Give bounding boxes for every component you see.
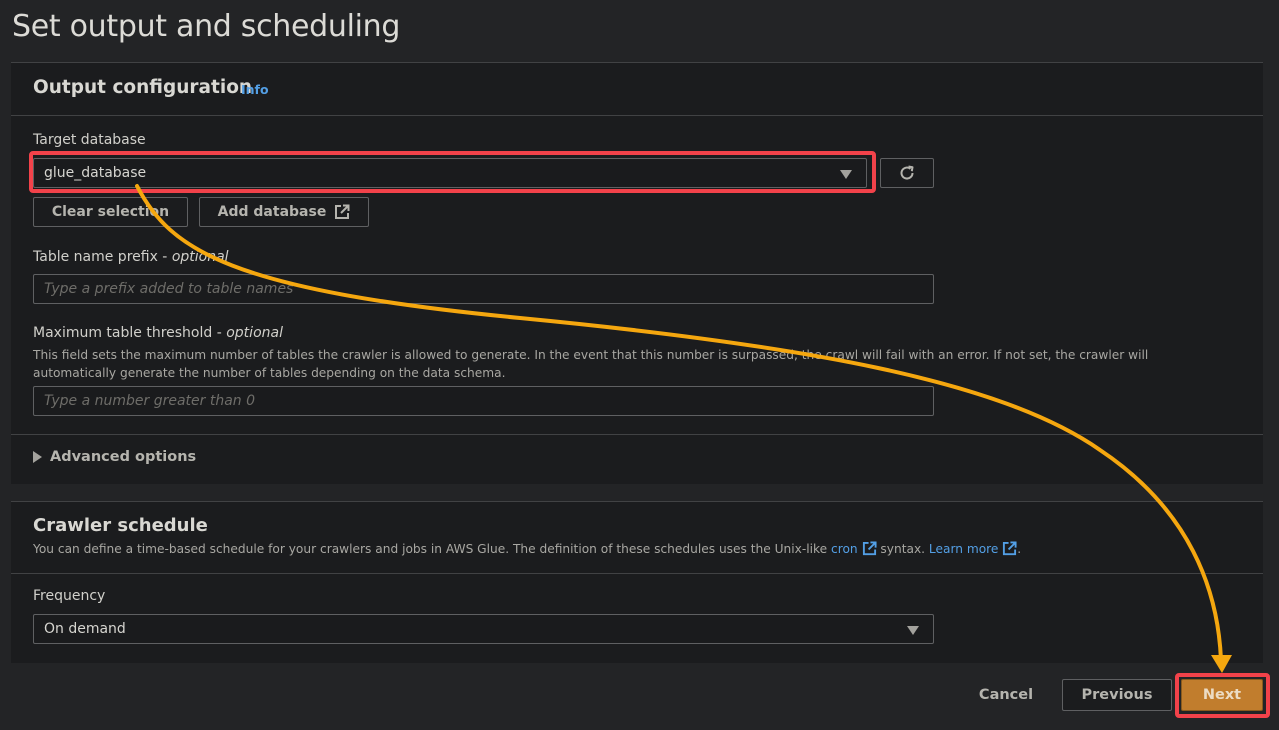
description-text: You can define a time-based schedule for… [33,542,832,556]
refresh-icon [900,165,914,180]
divider [11,434,1263,435]
crawler-schedule-title: Crawler schedule [33,515,208,536]
caret-right-icon [33,451,42,463]
table-prefix-input[interactable] [33,274,934,304]
chevron-down-icon [840,170,852,179]
divider [11,573,1263,574]
external-link-icon [335,204,350,219]
external-link-icon [1003,541,1017,556]
output-configuration-panel: Output configuration Info Target databas… [11,62,1263,484]
max-threshold-input[interactable] [33,386,934,416]
page-title: Set output and scheduling [12,9,401,44]
table-prefix-label: Table name prefix - optional [33,249,229,265]
clear-selection-button[interactable]: Clear selection [33,197,188,227]
learn-more-link[interactable]: Learn more [929,542,999,556]
cancel-button[interactable]: Cancel [960,679,1052,711]
optional-tag: optional [171,249,229,265]
max-threshold-description: This field sets the maximum number of ta… [33,348,1149,380]
previous-button[interactable]: Previous [1062,679,1172,711]
chevron-down-icon [907,626,919,635]
table-prefix-label-text: Table name prefix - [33,249,172,265]
frequency-label: Frequency [33,588,106,604]
advanced-options-label: Advanced options [50,449,197,465]
crawler-schedule-description: You can define a time-based schedule for… [33,540,1213,558]
output-configuration-header: Output configuration Info [11,63,1263,116]
add-database-button[interactable]: Add database [199,197,369,227]
add-database-label: Add database [217,204,327,220]
output-configuration-title: Output configuration [33,77,253,98]
cron-link[interactable]: cron [831,542,858,556]
crawler-schedule-panel: Crawler schedule You can define a time-b… [11,501,1263,663]
target-database-select[interactable]: glue_database [33,158,867,188]
next-button[interactable]: Next [1181,679,1263,711]
clear-selection-label: Clear selection [51,204,170,220]
target-database-value: glue_database [44,165,147,181]
external-link-icon [862,541,877,556]
description-text: . [1017,542,1022,556]
description-text: syntax. [876,542,929,556]
info-link[interactable]: Info [241,82,269,97]
optional-tag: optional [226,325,283,341]
refresh-button[interactable] [880,158,934,188]
frequency-value: On demand [44,621,126,637]
target-database-label: Target database [33,132,146,148]
max-threshold-label: Maximum table threshold - optional [33,325,283,341]
advanced-options-toggle[interactable]: Advanced options [33,449,196,465]
max-threshold-label-text: Maximum table threshold - [33,325,227,341]
frequency-select[interactable]: On demand [33,614,934,644]
